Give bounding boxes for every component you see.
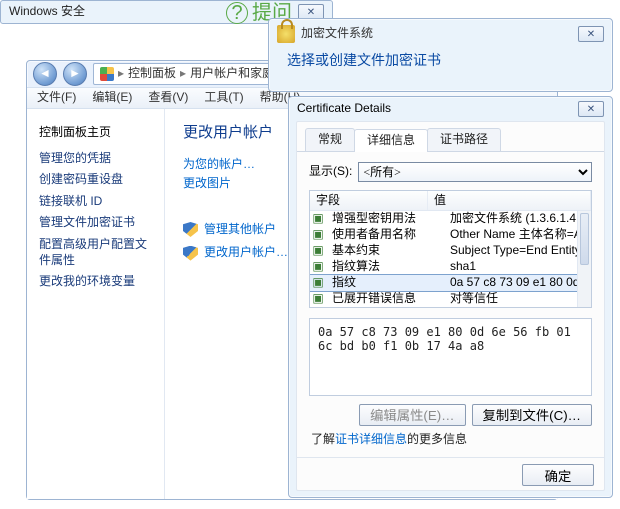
show-filter-select[interactable]: <所有> (358, 162, 592, 182)
sidebar-home[interactable]: 控制面板主页 (39, 125, 152, 141)
row-icon: ▣ (310, 275, 326, 291)
shield-icon (183, 222, 198, 237)
list-row[interactable]: ▣增强型密钥用法加密文件系统 (1.3.6.1.4… (310, 211, 577, 227)
row-value: 加密文件系统 (1.3.6.1.4… (444, 211, 577, 227)
menu-tools[interactable]: 工具(T) (204, 90, 243, 106)
crumb-root[interactable]: 控制面板 (128, 66, 176, 82)
question-icon: ? (226, 2, 248, 24)
nav-forward-button[interactable]: ► (63, 62, 87, 86)
row-icon: ▣ (310, 259, 326, 275)
row-field: 指纹算法 (326, 259, 444, 275)
list-row[interactable]: ▣已展开错误信息对等信任 (310, 291, 577, 307)
row-value: sha1 (444, 259, 577, 275)
tab-details[interactable]: 详细信息 (354, 129, 428, 152)
lock-icon (277, 25, 295, 43)
shield-icon (100, 67, 114, 81)
row-icon: ▣ (310, 291, 326, 307)
menu-edit[interactable]: 编辑(E) (92, 90, 132, 106)
row-value: 0a 57 c8 73 09 e1 80 0d… (444, 275, 577, 291)
dialog-title: Certificate Details (297, 101, 391, 117)
list-row[interactable]: ▣指纹0a 57 c8 73 09 e1 80 0d… (310, 275, 577, 291)
row-icon: ▣ (310, 211, 326, 227)
row-icon: ▣ (310, 243, 326, 259)
nav-back-button[interactable]: ◄ (33, 62, 57, 86)
row-field: 基本约束 (326, 243, 444, 259)
list-row[interactable]: ▣使用者备用名称Other Name 主体名称=Adm… (310, 227, 577, 243)
sidebar-item-env-vars[interactable]: 更改我的环境变量 (39, 274, 152, 290)
cert-tabs: 常规 详细信息 证书路径 (297, 122, 604, 152)
close-button[interactable] (578, 26, 604, 42)
more-info: 了解证书详细信息的更多信息 (311, 432, 590, 448)
efs-wizard-window: 加密文件系统 选择或创建文件加密证书 (268, 18, 613, 92)
sidebar-item-link-online-id[interactable]: 链接联机 ID (39, 194, 152, 210)
sidebar-item-manage-certs[interactable]: 管理文件加密证书 (39, 215, 152, 231)
menu-file[interactable]: 文件(F) (37, 90, 76, 106)
list-header: 字段 值 (310, 191, 591, 211)
more-info-link[interactable]: 证书详细信息 (335, 432, 407, 446)
menu-view[interactable]: 查看(V) (148, 90, 188, 106)
tab-general[interactable]: 常规 (305, 128, 355, 151)
close-button[interactable] (578, 101, 604, 117)
show-label: 显示(S): (309, 164, 352, 180)
certificate-details-dialog: Certificate Details 常规 详细信息 证书路径 显示(S): … (288, 96, 613, 498)
ok-button[interactable]: 确定 (522, 464, 594, 486)
row-field: 已展开错误信息 (326, 291, 444, 307)
row-value: Other Name 主体名称=Adm… (444, 227, 577, 243)
scrollbar[interactable] (577, 211, 591, 307)
sidebar-item-credentials[interactable]: 管理您的凭据 (39, 151, 152, 167)
col-value[interactable]: 值 (428, 191, 591, 210)
tab-cert-path[interactable]: 证书路径 (427, 128, 501, 151)
row-field: 指纹 (326, 275, 444, 291)
efs-title: 加密文件系统 (301, 26, 373, 42)
row-value: Subject Type=End Entity… (444, 243, 577, 259)
wsec-title: Windows 安全 (9, 4, 85, 20)
sidebar-item-advanced-profile[interactable]: 配置高级用户配置文件属性 (39, 237, 152, 268)
row-icon: ▣ (310, 227, 326, 243)
copy-to-file-button[interactable]: 复制到文件(C)… (472, 404, 592, 426)
col-field[interactable]: 字段 (310, 191, 428, 210)
list-row[interactable]: ▣指纹算法sha1 (310, 259, 577, 275)
list-row[interactable]: ▣基本约束Subject Type=End Entity… (310, 243, 577, 259)
row-field: 增强型密钥用法 (326, 211, 444, 227)
cert-field-list[interactable]: 字段 值 ▣增强型密钥用法加密文件系统 (1.3.6.1.4…▣使用者备用名称O… (309, 190, 592, 308)
thumbprint-value[interactable]: 0a 57 c8 73 09 e1 80 0d 6e 56 fb 01 6c b… (309, 318, 592, 396)
cp-sidebar: 控制面板主页 管理您的凭据 创建密码重设盘 链接联机 ID 管理文件加密证书 配… (27, 109, 165, 499)
sidebar-item-password-reset[interactable]: 创建密码重设盘 (39, 172, 152, 188)
row-value: 对等信任 (444, 291, 577, 307)
shield-icon (183, 246, 198, 261)
edit-properties-button: 编辑属性(E)… (359, 404, 465, 426)
efs-subtitle: 选择或创建文件加密证书 (269, 49, 612, 71)
row-field: 使用者备用名称 (326, 227, 444, 243)
